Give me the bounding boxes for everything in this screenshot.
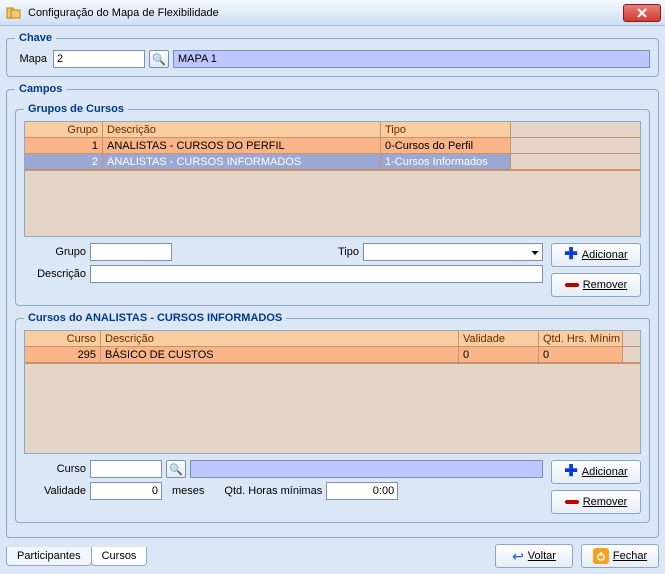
search-icon: 🔍 <box>169 463 183 476</box>
window-titlebar: Configuração do Mapa de Flexibilidade <box>0 0 665 26</box>
curso-name-display <box>190 460 543 478</box>
chave-legend: Chave <box>15 32 56 44</box>
tab-cursos[interactable]: Cursos <box>91 547 148 566</box>
col-tipo: Tipo <box>381 122 511 138</box>
tipo-select[interactable] <box>363 243 543 261</box>
grupo-label: Grupo <box>24 246 86 258</box>
col-grupo: Grupo <box>25 122 103 138</box>
cursos-fieldset: Cursos do ANALISTAS - CURSOS INFORMADOS … <box>15 312 650 523</box>
grupos-empty-area <box>25 170 640 236</box>
grupos-header: Grupo Descrição Tipo <box>25 122 640 138</box>
validade-unit: meses <box>166 485 210 497</box>
validade-label: Validade <box>24 485 86 497</box>
close-icon <box>637 8 647 18</box>
close-button[interactable] <box>623 4 661 22</box>
cursos-header: Curso Descrição Validade Qtd. Hrs. Mínim <box>25 331 640 347</box>
grupos-add-button[interactable]: ✚ Adicionar <box>551 243 641 267</box>
cursos-remove-button[interactable]: Remover <box>551 490 641 514</box>
grupos-legend: Grupos de Cursos <box>24 103 128 115</box>
cursos-legend: Cursos do ANALISTAS - CURSOS INFORMADOS <box>24 312 286 324</box>
window-title: Configuração do Mapa de Flexibilidade <box>28 7 623 19</box>
cursos-add-button[interactable]: ✚ Adicionar <box>551 460 641 484</box>
curso-label: Curso <box>24 463 86 475</box>
grupo-input[interactable] <box>90 243 172 261</box>
back-icon: ↩ <box>512 548 524 565</box>
grupos-remove-button[interactable]: Remover <box>551 273 641 297</box>
mapa-input[interactable] <box>53 50 145 68</box>
grupos-fieldset: Grupos de Cursos Grupo Descrição Tipo 1 … <box>15 103 650 306</box>
col-descricao: Descrição <box>101 331 459 347</box>
cursos-grid: Curso Descrição Validade Qtd. Hrs. Mínim… <box>24 330 641 454</box>
curso-lookup-button[interactable]: 🔍 <box>166 460 186 478</box>
chave-fieldset: Chave Mapa 🔍 MAPA 1 <box>6 32 659 77</box>
qtd-input[interactable] <box>326 482 398 500</box>
curso-input[interactable] <box>90 460 162 478</box>
tab-participantes[interactable]: Participantes <box>6 547 92 566</box>
window-icon <box>6 5 22 21</box>
col-qtd: Qtd. Hrs. Mínim <box>539 331 623 347</box>
mapa-name-display: MAPA 1 <box>173 50 650 68</box>
cursos-empty-area <box>25 363 640 453</box>
fechar-button[interactable]: Fechar <box>581 544 659 568</box>
voltar-button[interactable]: ↩ Voltar <box>495 544 573 568</box>
col-descricao: Descrição <box>103 122 381 138</box>
qtd-label: Qtd. Horas mínimas <box>224 485 322 497</box>
col-curso: Curso <box>25 331 101 347</box>
grupos-grid: Grupo Descrição Tipo 1 ANALISTAS - CURSO… <box>24 121 641 237</box>
descricao-input[interactable] <box>90 265 543 283</box>
mapa-lookup-button[interactable]: 🔍 <box>149 50 169 68</box>
minus-icon <box>565 283 579 287</box>
validade-input[interactable] <box>90 482 162 500</box>
tipo-label: Tipo <box>297 246 359 258</box>
table-row[interactable]: 2 ANALISTAS - CURSOS INFORMADOS 1-Cursos… <box>25 154 640 170</box>
campos-fieldset: Campos Grupos de Cursos Grupo Descrição … <box>6 83 659 538</box>
power-icon <box>593 548 609 564</box>
table-row[interactable]: 1 ANALISTAS - CURSOS DO PERFIL 0-Cursos … <box>25 138 640 154</box>
col-validade: Validade <box>459 331 539 347</box>
search-icon: 🔍 <box>152 53 166 66</box>
minus-icon <box>565 500 579 504</box>
descricao-label: Descrição <box>24 268 86 280</box>
table-row[interactable]: 295 BÁSICO DE CUSTOS 0 0 <box>25 347 640 363</box>
mapa-label: Mapa <box>15 53 49 65</box>
campos-legend: Campos <box>15 83 66 95</box>
